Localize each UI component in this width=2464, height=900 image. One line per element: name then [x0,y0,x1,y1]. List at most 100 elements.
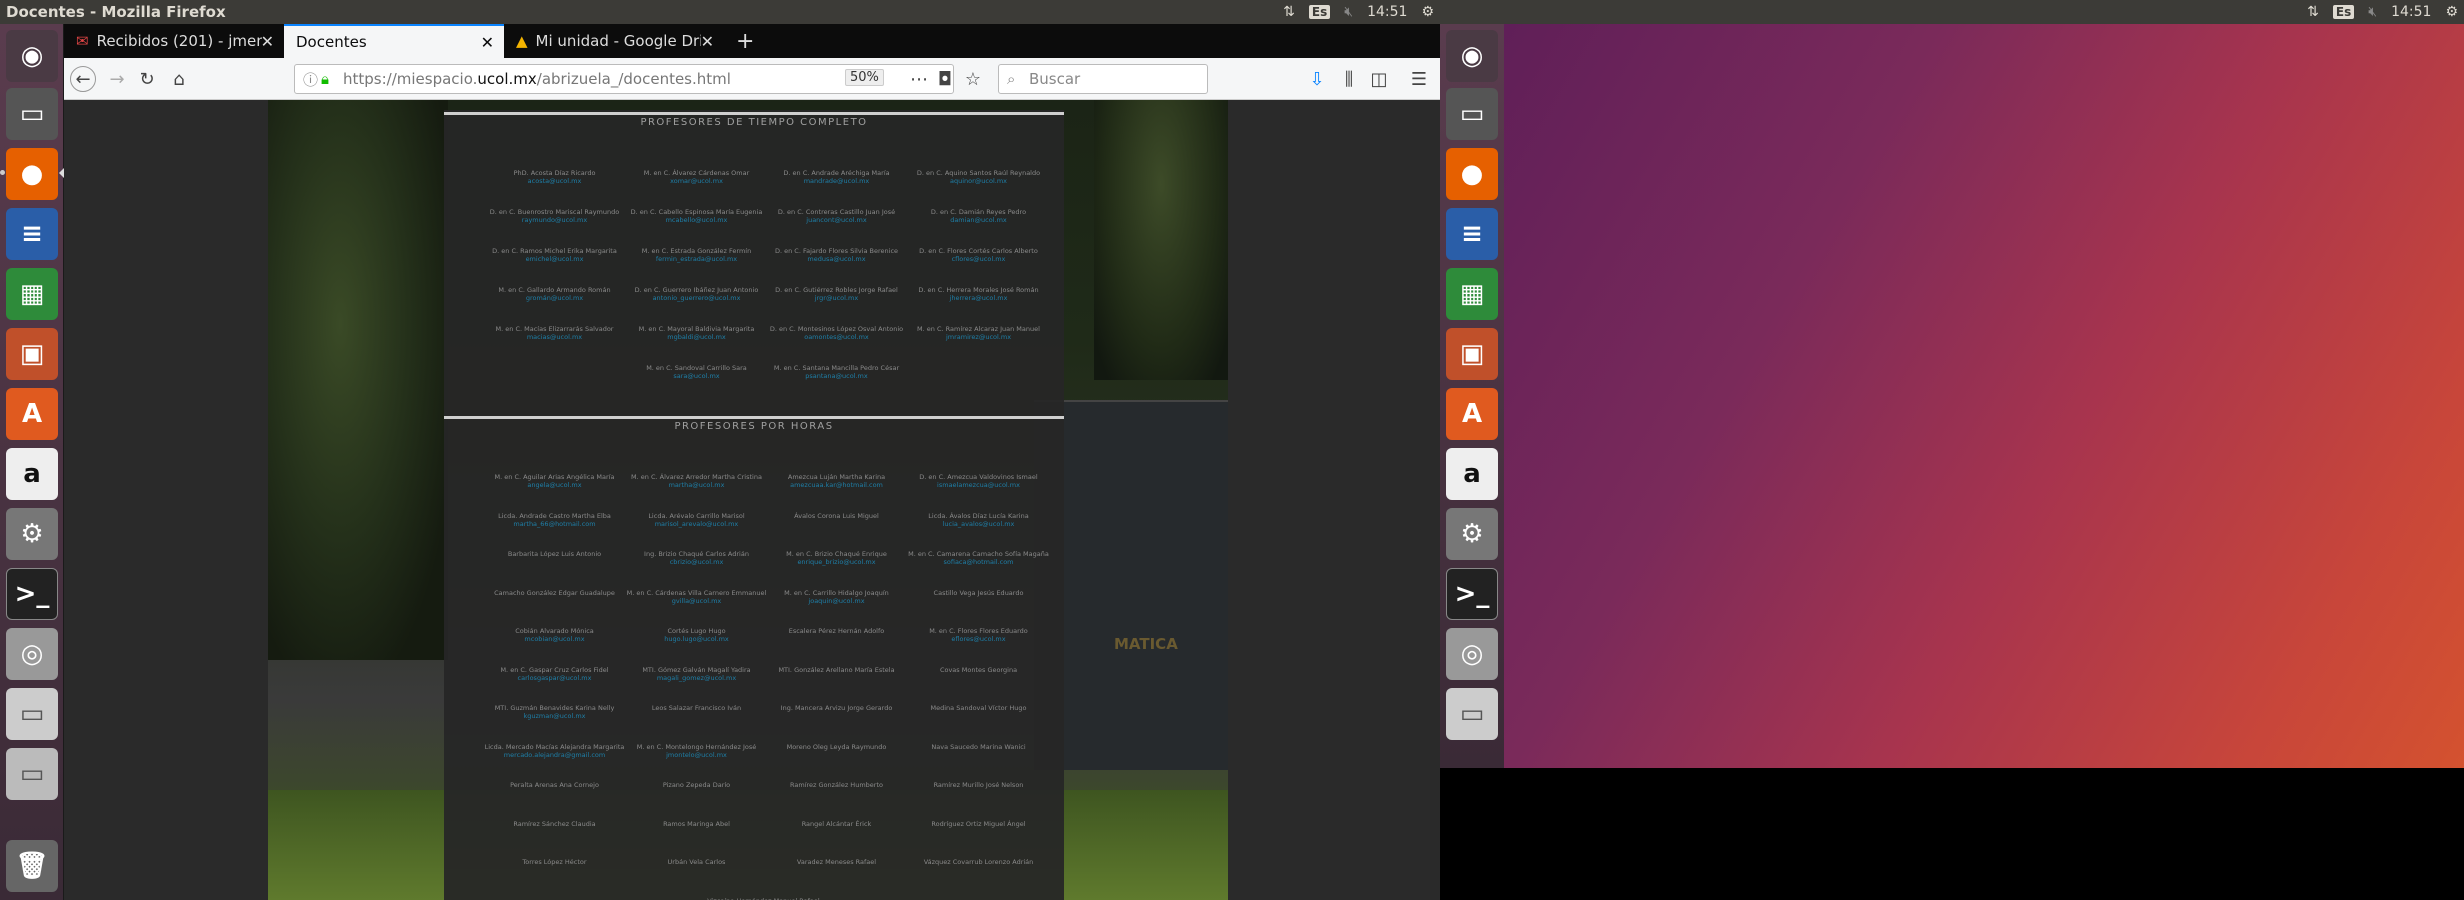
keyboard-layout[interactable]: Es [1308,5,1331,19]
software-center-icon[interactable]: A [6,388,58,440]
writer-icon[interactable]: ≡ [1446,208,1498,260]
teacher-email-link[interactable]: carlosgaspar@ucol.mx [482,674,627,682]
system-settings-icon[interactable]: ⚙ [6,508,58,560]
info-icon[interactable]: ⓘ [303,69,318,90]
teacher-email-link[interactable]: jmontelo@ucol.mx [624,751,769,759]
volume-icon[interactable]: 🔇︎ [2368,4,2377,20]
writer-icon[interactable]: ≡ [6,208,58,260]
teacher-email-link[interactable]: cflores@ucol.mx [906,255,1051,263]
teacher-email-link[interactable]: psantana@ucol.mx [764,372,909,380]
page-actions-icon[interactable]: ⋯ [906,66,932,92]
teacher-email-link[interactable]: aquinor@ucol.mx [906,177,1051,185]
clock[interactable]: 14:51 [1367,4,1407,20]
search-box[interactable]: ⌕ Buscar [998,64,1208,94]
tab-drive[interactable]: ▲Mi unidad - Google Drive✕ [504,24,724,58]
teacher-email-link[interactable]: emichel@ucol.mx [482,255,627,263]
pocket-icon[interactable]: ◘ [932,66,958,92]
teacher-email-link[interactable]: mcobian@ucol.mx [482,635,627,643]
firefox-icon[interactable]: ● [1446,148,1498,200]
reload-button[interactable]: ↻ [134,66,160,92]
forward-button[interactable]: → [104,66,130,92]
sidebar-icon[interactable]: ◫ [1366,66,1392,92]
terminal-icon[interactable]: >_ [6,568,58,620]
files-icon[interactable]: ▭ [6,88,58,140]
teacher-email-link[interactable]: jmramirez@ucol.mx [906,333,1051,341]
teacher-email-link[interactable]: mgbaldi@ucol.mx [624,333,769,341]
teacher-email-link[interactable]: sara@ucol.mx [624,372,769,380]
screenshot-icon[interactable]: ◎ [1446,628,1498,680]
drive-icon[interactable]: ▭ [6,688,58,740]
software-center-icon[interactable]: A [1446,388,1498,440]
zoom-indicator[interactable]: 50% [845,69,884,86]
teacher-email-link[interactable]: xomar@ucol.mx [624,177,769,185]
network-icon[interactable]: ⇅ [1283,4,1295,20]
settings-gear-icon[interactable]: ⚙ [2445,4,2458,20]
teacher-email-link[interactable]: mcabello@ucol.mx [624,216,769,224]
amazon-icon[interactable]: a [6,448,58,500]
clock[interactable]: 14:51 [2391,4,2431,20]
teacher-email-link[interactable]: marisol_arevalo@ucol.mx [624,520,769,528]
screenshot-icon[interactable]: ◎ [6,628,58,680]
teacher-email-link[interactable]: oamontes@ucol.mx [764,333,909,341]
teacher-email-link[interactable]: mercado.alejandra@gmail.com [482,751,627,759]
files-icon[interactable]: ▭ [1446,88,1498,140]
teacher-email-link[interactable]: antonio_guerrero@ucol.mx [624,294,769,302]
close-tab-icon[interactable]: ✕ [701,32,714,51]
teacher-email-link[interactable]: juancont@ucol.mx [764,216,909,224]
teacher-email-link[interactable]: enrique_brizio@ucol.mx [764,558,909,566]
teacher-email-link[interactable]: gvilla@ucol.mx [624,597,769,605]
teacher-email-link[interactable]: ismaelamezcua@ucol.mx [906,481,1051,489]
impress-icon[interactable]: ▣ [1446,328,1498,380]
teacher-email-link[interactable]: fermin_estrada@ucol.mx [624,255,769,263]
home-button[interactable]: ⌂ [166,66,192,92]
teacher-email-link[interactable]: eflores@ucol.mx [906,635,1051,643]
impress-icon[interactable]: ▣ [6,328,58,380]
settings-gear-icon[interactable]: ⚙ [1421,4,1434,20]
teacher-email-link[interactable]: magali_gomez@ucol.mx [624,674,769,682]
terminal-icon[interactable]: >_ [1446,568,1498,620]
calc-icon[interactable]: ▦ [1446,268,1498,320]
teacher-email-link[interactable]: medusa@ucol.mx [764,255,909,263]
teacher-email-link[interactable]: cbrizio@ucol.mx [624,558,769,566]
menu-icon[interactable]: ☰ [1406,66,1432,92]
teacher-email-link[interactable]: amezcuaa.kar@hotmail.com [764,481,909,489]
teacher-email-link[interactable]: lucia_avalos@ucol.mx [906,520,1051,528]
teacher-email-link[interactable]: joaquin@ucol.mx [764,597,909,605]
teacher-email-link[interactable]: angela@ucol.mx [482,481,627,489]
teacher-email-link[interactable]: macias@ucol.mx [482,333,627,341]
ubuntu-dash-icon[interactable]: ◉ [1446,30,1498,82]
close-tab-icon[interactable]: ✕ [261,32,274,51]
teacher-email-link[interactable]: hugo.lugo@ucol.mx [624,635,769,643]
teacher-email-link[interactable]: damian@ucol.mx [906,216,1051,224]
teacher-email-link[interactable]: jherrera@ucol.mx [906,294,1051,302]
ubuntu-dash-icon[interactable]: ◉ [6,30,58,82]
tab-docentes[interactable]: Docentes ✕ [284,24,504,58]
downloads-icon[interactable]: ⇩ [1304,66,1330,92]
tab-gmail[interactable]: ✉ Recibidos (201) - jmend ✕ [64,24,284,58]
teacher-email-link[interactable]: sofiaca@hotmail.com [906,558,1051,566]
teacher-email-link[interactable]: mandrade@ucol.mx [764,177,909,185]
drive-icon[interactable]: ▭ [1446,688,1498,740]
drive2-icon[interactable]: ▭ [6,748,58,800]
library-icon[interactable]: ⫼ [1336,66,1362,92]
teacher-email-link[interactable]: martha_66@hotmail.com [482,520,627,528]
teacher-email-link[interactable]: martha@ucol.mx [624,481,769,489]
teacher-email-link[interactable]: gromán@ucol.mx [482,294,627,302]
teacher-email-link[interactable]: jrgr@ucol.mx [764,294,909,302]
system-settings-icon[interactable]: ⚙ [1446,508,1498,560]
bookmark-star-icon[interactable]: ☆ [960,66,986,92]
network-icon[interactable]: ⇅ [2307,4,2319,20]
teacher-email-link[interactable]: acosta@ucol.mx [482,177,627,185]
teacher-email-link[interactable]: raymundo@ucol.mx [482,216,627,224]
trash-icon[interactable]: 🗑︎ [6,840,58,892]
new-tab-button[interactable]: + [724,24,766,58]
keyboard-layout[interactable]: Es [2332,5,2355,19]
close-tab-icon[interactable]: ✕ [481,33,494,52]
volume-icon[interactable]: 🔇︎ [1344,4,1353,20]
firefox-icon[interactable]: ● [6,148,58,200]
calc-icon[interactable]: ▦ [6,268,58,320]
amazon-icon[interactable]: a [1446,448,1498,500]
teacher-email-link[interactable]: kguzman@ucol.mx [482,712,627,720]
back-button[interactable]: ← [70,66,96,92]
teacher-entry: Urbán Vela Carlos [624,858,769,866]
